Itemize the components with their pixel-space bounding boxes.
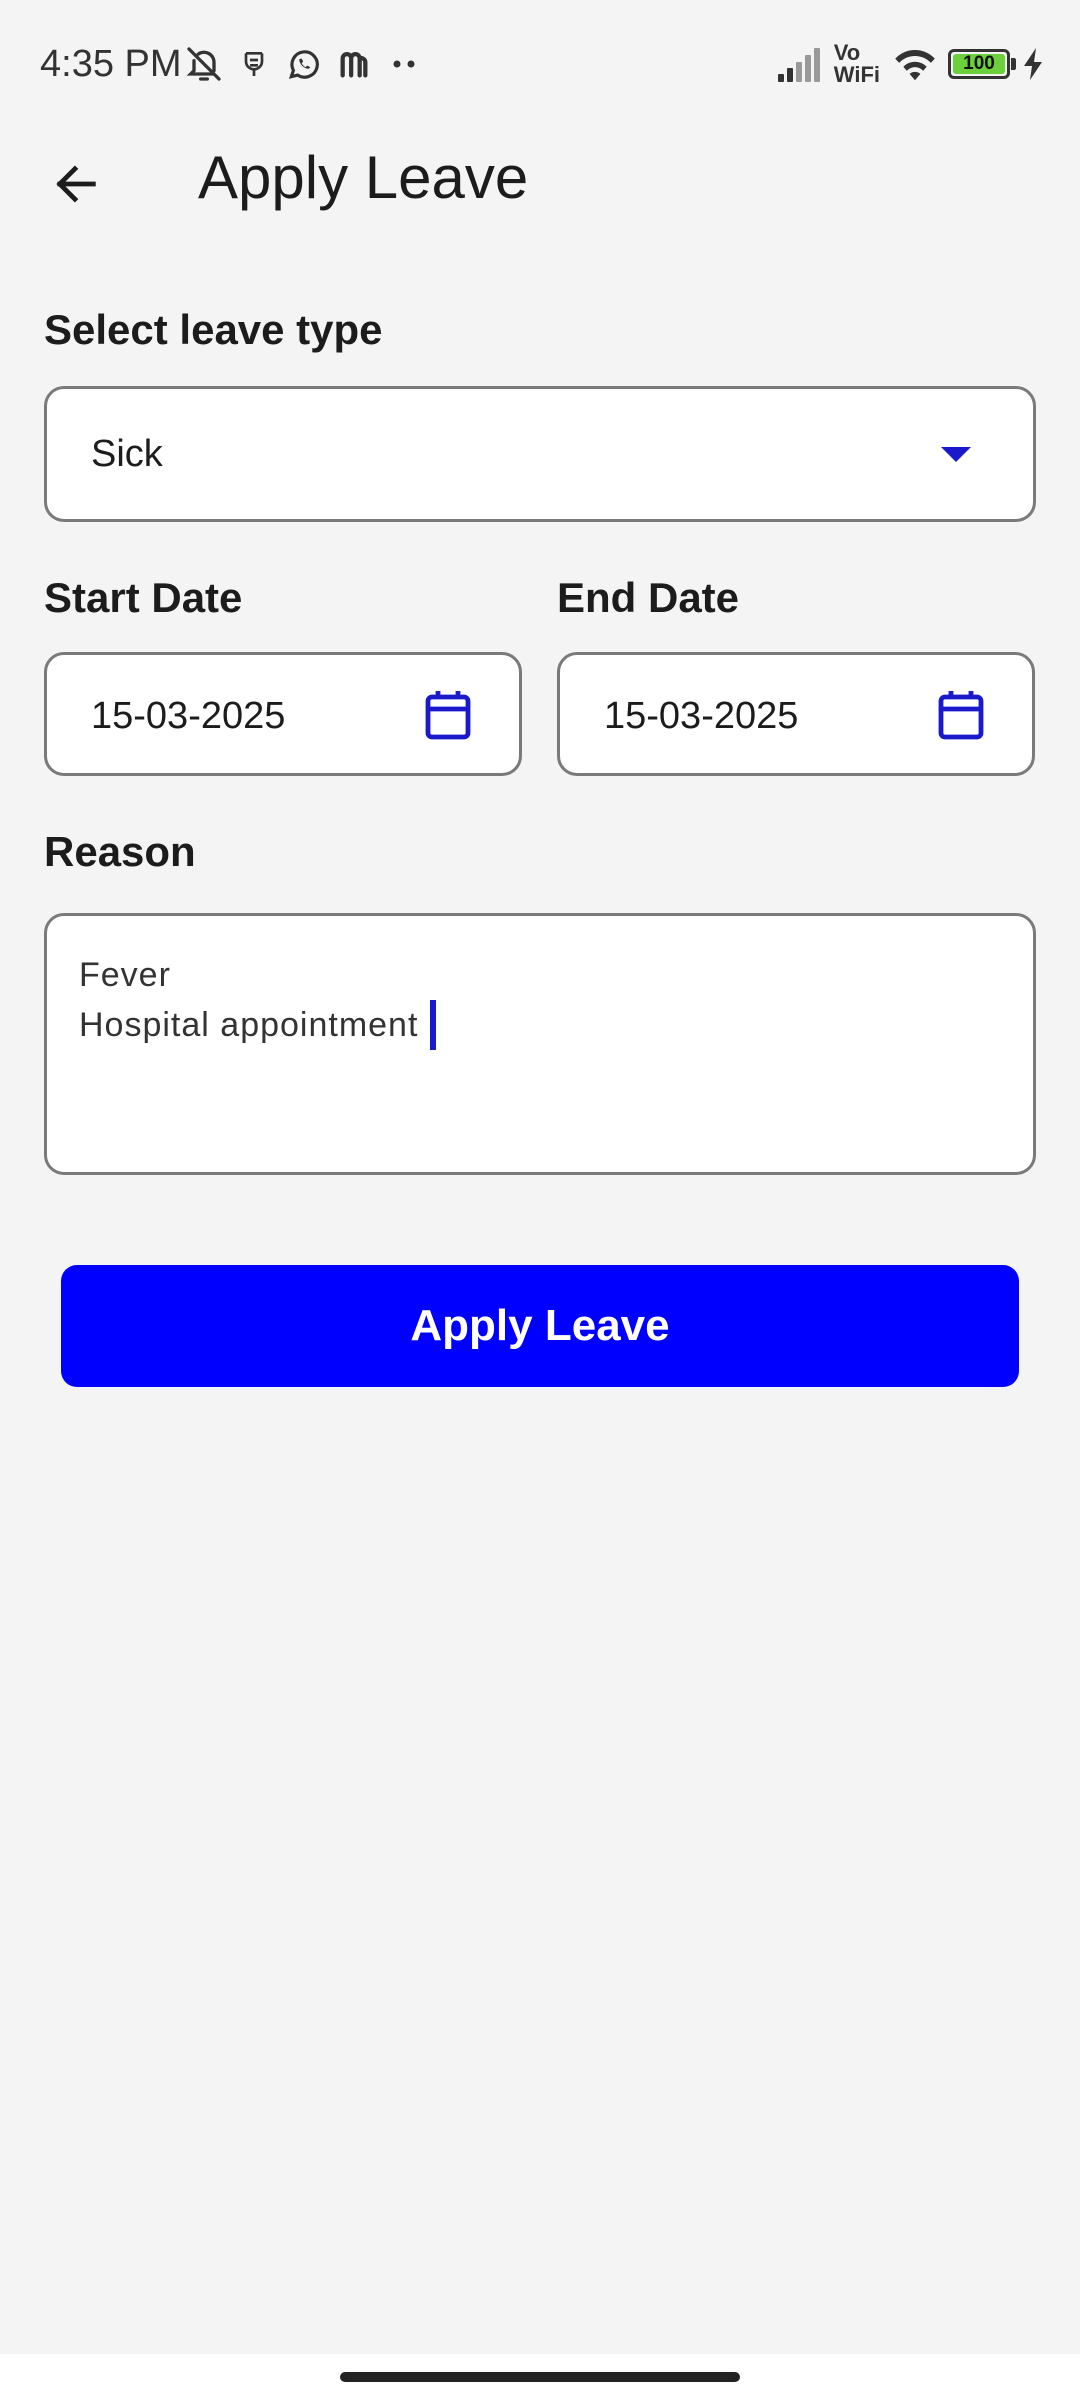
- signal-icon: [776, 46, 824, 82]
- calendar-icon[interactable]: [936, 689, 986, 741]
- reason-line: Hospital appointment: [79, 1000, 437, 1050]
- start-date-field[interactable]: 15-03-2025: [44, 652, 522, 776]
- text-cursor: [430, 1000, 437, 1050]
- status-system-icons: Vo WiFi 100: [776, 40, 1044, 88]
- reason-line-text: Fever: [79, 956, 171, 994]
- calendar-icon[interactable]: [423, 689, 473, 741]
- reason-line: Fever: [79, 950, 436, 1000]
- status-notification-icons: [184, 42, 434, 86]
- reason-textarea[interactable]: Fever Hospital appointment: [44, 913, 1036, 1175]
- status-bar: 4:35 PM Vo WiFi 100: [0, 0, 1080, 130]
- wifi-icon: [892, 46, 938, 82]
- vowifi-indicator: Vo WiFi: [834, 42, 880, 86]
- end-date-field[interactable]: 15-03-2025: [557, 652, 1035, 776]
- whatsapp-icon: [284, 42, 324, 86]
- dropdown-arrow-icon: [941, 447, 971, 462]
- start-date-value: 15-03-2025: [91, 695, 286, 737]
- end-date-label: End Date: [557, 574, 740, 621]
- leave-type-value: Sick: [91, 433, 163, 475]
- battery-cap: [1011, 58, 1016, 70]
- gesture-nav-area: [0, 2354, 1080, 2400]
- reason-line-text: Hospital appointment: [79, 1006, 419, 1044]
- home-indicator[interactable]: [340, 2372, 740, 2382]
- wifi-label: WiFi: [833, 62, 880, 87]
- apply-leave-button[interactable]: Apply Leave: [61, 1265, 1019, 1387]
- status-time: 4:35 PM: [40, 43, 182, 85]
- battery-level: 100: [963, 53, 995, 74]
- vo-label: Vo: [833, 40, 861, 65]
- end-date-value: 15-03-2025: [604, 695, 799, 737]
- bell-off-icon: [184, 42, 224, 86]
- leave-type-dropdown[interactable]: Sick: [44, 386, 1036, 522]
- battery-icon: 100: [948, 49, 1010, 79]
- more-dots-icon: [384, 42, 424, 86]
- arrow-left-icon: [56, 165, 96, 203]
- start-date-label: Start Date: [44, 574, 243, 621]
- charging-bolt-icon: [1024, 48, 1044, 80]
- app-bar: Apply Leave: [0, 130, 1080, 230]
- notification-app-icon: [234, 42, 274, 86]
- reason-text: Fever Hospital appointment: [79, 950, 437, 1050]
- m-app-icon: [334, 42, 374, 86]
- reason-label: Reason: [44, 828, 196, 875]
- leave-type-label: Select leave type: [44, 306, 383, 353]
- page-title: Apply Leave: [198, 144, 529, 211]
- back-button[interactable]: [36, 144, 116, 224]
